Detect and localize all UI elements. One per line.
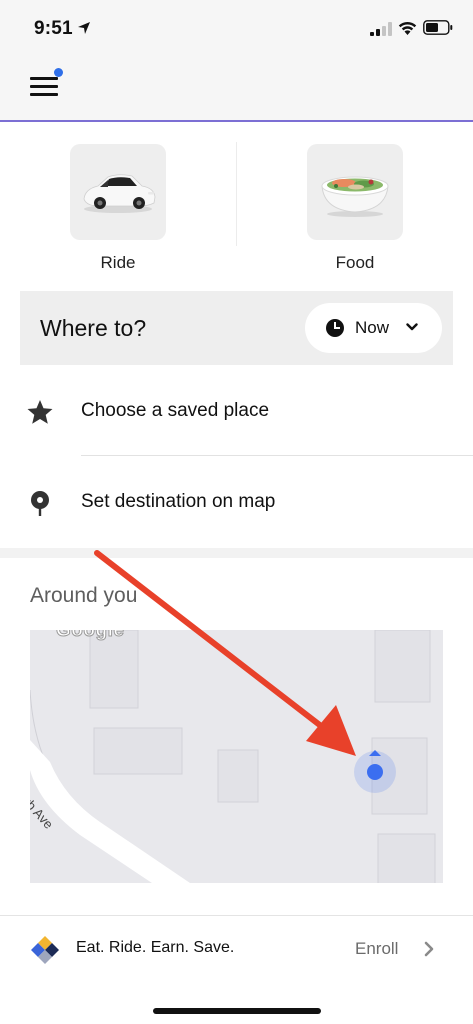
service-tiles: Ride Food [0, 124, 473, 284]
status-time: 9:51 [34, 18, 73, 39]
hamburger-menu-icon[interactable] [30, 68, 64, 100]
chevron-right-icon [424, 941, 434, 957]
chevron-down-icon [406, 323, 418, 331]
section-separator [0, 548, 473, 558]
user-location-marker [353, 750, 397, 794]
ride-tile [70, 144, 166, 240]
map-pin-icon [31, 491, 49, 516]
food-label: Food [335, 253, 375, 272]
cellular-signal-icon [370, 22, 392, 36]
options-divider [81, 455, 473, 456]
schedule-now-button[interactable]: Now [305, 303, 442, 353]
top-app-bar [0, 56, 473, 122]
set-on-map-option[interactable]: Set destination on map [0, 467, 473, 537]
map-watermark: Google [55, 630, 125, 642]
where-to-search[interactable]: Where to? Now [20, 291, 453, 365]
set-on-map-label: Set destination on map [81, 491, 276, 512]
schedule-now-label: Now [355, 318, 390, 337]
battery-icon [423, 20, 453, 35]
home-indicator [153, 1008, 321, 1014]
food-service-button[interactable]: Food [307, 144, 403, 273]
saved-place-label: Choose a saved place [81, 400, 270, 421]
food-bowl-icon [321, 176, 389, 217]
around-you-map[interactable]: Google Erb Ave [30, 630, 443, 883]
service-divider [236, 142, 237, 246]
food-tile [307, 144, 403, 240]
rewards-diamond-icon [31, 936, 59, 964]
ride-service-button[interactable]: Ride [70, 144, 166, 273]
around-you-title: Around you [30, 584, 138, 607]
clock-icon [326, 319, 344, 337]
status-bar: 9:51 [0, 0, 473, 56]
car-icon [83, 174, 156, 213]
rewards-promo[interactable]: Eat. Ride. Earn. Save. Enroll [0, 916, 473, 982]
where-to-label: Where to? [40, 315, 147, 341]
saved-place-option[interactable]: Choose a saved place [0, 376, 473, 446]
promo-text: Eat. Ride. Earn. Save. [76, 939, 235, 956]
star-icon [27, 400, 53, 424]
ride-label: Ride [100, 253, 136, 272]
enroll-link[interactable]: Enroll [355, 939, 398, 959]
location-arrow-icon [78, 22, 90, 34]
notification-dot [54, 68, 63, 77]
wifi-icon [398, 21, 417, 35]
